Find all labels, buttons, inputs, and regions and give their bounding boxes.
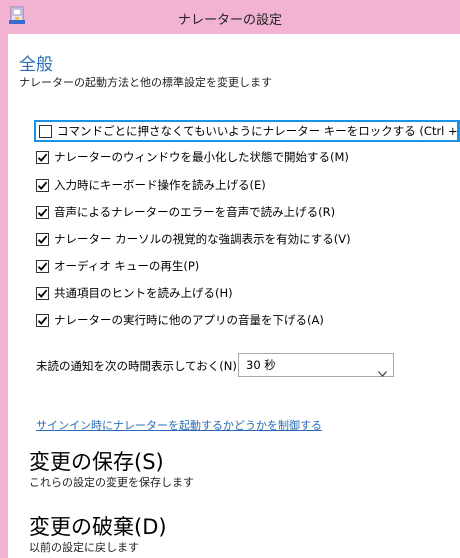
checkbox-checked[interactable] [36, 205, 49, 219]
checkmark-icon [37, 235, 48, 244]
option-label: 音声によるナレーターのエラーを音声で読み上げる(R) [54, 205, 336, 219]
checkbox-checked[interactable] [36, 150, 49, 164]
section-description: ナレーターの起動方法と他の標準設定を変更します [19, 76, 272, 89]
checkmark-icon [37, 316, 48, 325]
save-changes-button[interactable]: 変更の保存(S) [29, 446, 164, 476]
lock-narrator-key-checkbox-row[interactable]: コマンドごとに押さなくてもいいようにナレーター キーをロックする (Ctrl +… [34, 120, 460, 142]
section-title: 全般 [19, 55, 53, 75]
option-label: ナレーター カーソルの視覚的な強調表示を有効にする(V) [54, 232, 351, 246]
discard-changes-description: 以前の設定に戻します [29, 541, 139, 554]
checkbox-checked[interactable] [36, 259, 49, 273]
read-hints-checkbox-row[interactable]: 共通項目のヒントを読み上げる(H) [36, 282, 233, 304]
checkmark-icon [37, 289, 48, 298]
notification-duration-label: 未読の通知を次の時間表示しておく(N): [36, 359, 241, 373]
discard-changes-button[interactable]: 変更の破棄(D) [29, 511, 167, 541]
option-label: 入力時にキーボード操作を読み上げる(E) [54, 178, 266, 192]
checkbox-checked[interactable] [36, 232, 49, 246]
echo-keystrokes-checkbox-row[interactable]: 入力時にキーボード操作を読み上げる(E) [36, 174, 266, 196]
start-minimized-checkbox-row[interactable]: ナレーターのウィンドウを最小化した状態で開始する(M) [36, 146, 349, 168]
window-title: ナレーターの設定 [177, 13, 282, 28]
checkmark-icon [37, 181, 48, 190]
signin-startup-link[interactable]: サインイン時にナレーターを起動するかどうかを制御する [36, 417, 322, 433]
highlight-cursor-checkbox-row[interactable]: ナレーター カーソルの視覚的な強調表示を有効にする(V) [36, 228, 351, 250]
title-bar: ナレーターの設定 [0, 0, 460, 34]
audio-cues-checkbox-row[interactable]: オーディオ キューの再生(P) [36, 255, 199, 277]
checkmark-icon [37, 208, 48, 217]
checkmark-icon [37, 262, 48, 271]
checkbox[interactable] [39, 124, 52, 138]
option-label: オーディオ キューの再生(P) [54, 259, 200, 273]
checkmark-icon [37, 153, 48, 162]
save-changes-description: これらの設定の変更を保存します [29, 476, 194, 489]
option-label: ナレーターの実行時に他のアプリの音量を下げる(A) [54, 313, 324, 327]
notification-duration-select[interactable]: 30 秒 [238, 353, 394, 377]
chevron-down-icon [378, 362, 387, 384]
option-label: 共通項目のヒントを読み上げる(H) [54, 286, 233, 300]
select-value: 30 秒 [246, 358, 276, 372]
settings-panel: 全般 ナレーターの起動方法と他の標準設定を変更します コマンドごとに押さなくても… [8, 34, 460, 558]
checkbox-checked[interactable] [36, 286, 49, 300]
announce-errors-checkbox-row[interactable]: 音声によるナレーターのエラーを音声で読み上げる(R) [36, 201, 335, 223]
lower-volume-checkbox-row[interactable]: ナレーターの実行時に他のアプリの音量を下げる(A) [36, 309, 324, 331]
checkbox-checked[interactable] [36, 313, 49, 327]
option-label: ナレーターのウィンドウを最小化した状態で開始する(M) [54, 150, 349, 164]
checkbox-checked[interactable] [36, 178, 49, 192]
option-label: コマンドごとに押さなくてもいいようにナレーター キーをロックする (Ctrl +… [57, 124, 460, 138]
